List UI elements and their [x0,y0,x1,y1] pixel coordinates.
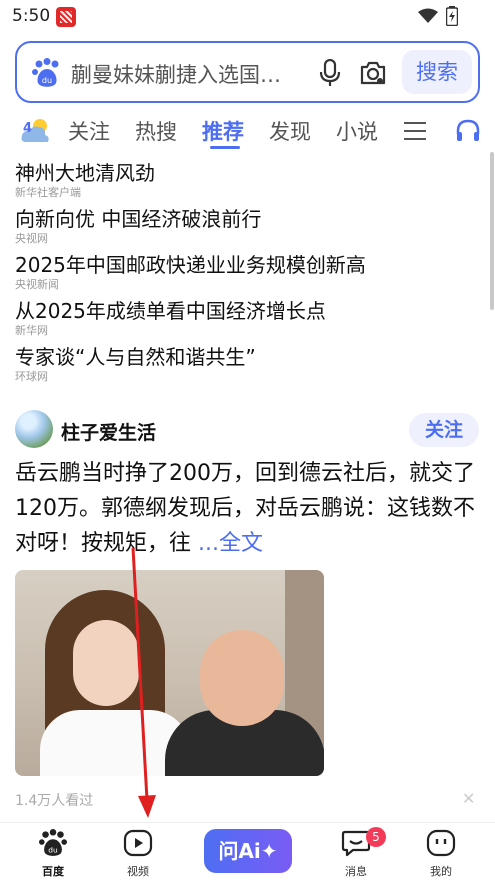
author-name[interactable]: 柱子爱生活 [61,418,156,445]
svg-text:4: 4 [23,121,32,136]
profile-face-icon [426,829,456,857]
news-title[interactable]: 从2025年成绩单看中国经济增长点 [15,298,475,324]
news-source: 央视新闻 [15,278,59,291]
nav-video-label: 视频 [127,865,149,878]
news-source: 央视网 [15,232,48,245]
sparkle-icon: ✦ [260,839,278,863]
nav-me[interactable]: 我的 [411,829,471,879]
menu-icon[interactable] [404,122,426,140]
video-play-icon [123,829,153,857]
nav-messages-label: 消息 [345,865,367,878]
status-time: 5:50 [12,6,51,26]
svg-text:du: du [42,76,52,85]
svg-text:du: du [48,845,58,854]
search-button[interactable]: 搜索 [402,50,472,94]
nav-video[interactable]: 视频 [108,829,168,879]
weather-icon[interactable]: 4 [20,116,54,146]
news-title[interactable]: 神州大地清风劲 [15,160,475,186]
news-source: 新华网 [15,324,48,337]
nav-home[interactable]: du 百度 [23,829,83,879]
photo-person-face [200,630,284,726]
news-item[interactable]: 从2025年成绩单看中国经济增长点 新华网 [15,298,475,344]
baidu-paw-icon: du [32,58,59,87]
ask-ai-button[interactable]: 问Ai✦ [204,829,292,873]
news-title[interactable]: 专家谈“人与自然和谐共生” [15,344,475,370]
scrollbar[interactable] [490,152,494,310]
tab-novel[interactable]: 小说 [336,116,378,146]
feed-tabs: 4 关注 热搜 推荐 发现 小说 [0,112,495,152]
feed-image[interactable] [15,570,324,776]
search-input[interactable]: 蒯曼妹妹蒯捷入选国… [71,59,281,89]
nav-home-label: 百度 [42,865,64,878]
news-item[interactable]: 神州大地清风劲 新华社客户端 [15,160,475,206]
status-bar: 5:50 [0,0,495,34]
hot-news-list: 神州大地清风劲 新华社客户端 向新向优 中国经济破浪前行 央视网 2025年中国… [15,160,475,390]
microphone-icon[interactable] [319,59,341,87]
search-box[interactable]: du 蒯曼妹妹蒯捷入选国… 搜索 [15,41,480,103]
active-tab-indicator [210,146,240,149]
ask-ai-label: 问Ai [218,839,261,863]
news-item[interactable]: 向新向优 中国经济破浪前行 央视网 [15,206,475,252]
headphones-icon[interactable] [455,118,481,144]
nav-me-label: 我的 [430,865,452,878]
photo-person-face [73,620,139,706]
baidu-paw-icon: du [39,829,67,856]
news-source: 新华社客户端 [15,186,81,199]
battery-icon [446,6,458,26]
tab-discover[interactable]: 发现 [269,116,311,146]
news-title[interactable]: 2025年中国邮政快递业业务规模创新高 [15,252,475,278]
bottom-nav: du 百度 视频 问Ai✦ 消息 5 我的 [0,822,495,880]
close-icon[interactable]: ✕ [462,789,475,808]
wifi-icon [418,8,438,23]
tab-follow[interactable]: 关注 [68,116,110,146]
read-more-link[interactable]: ...全文 [198,531,263,556]
message-count-badge: 5 [366,827,386,847]
view-count: 1.4万人看过 [15,793,94,809]
news-item[interactable]: 2025年中国邮政快递业业务规模创新高 央视新闻 [15,252,475,298]
tab-recommend[interactable]: 推荐 [202,116,244,146]
camera-search-icon[interactable] [359,59,387,87]
news-source: 环球网 [15,370,48,383]
feed-card-header: 柱子爱生活 关注 [15,410,480,450]
follow-button[interactable]: 关注 [409,413,479,447]
news-title[interactable]: 向新向优 中国经济破浪前行 [15,206,475,232]
avatar[interactable] [15,410,53,448]
feed-text[interactable]: 岳云鹏当时挣了200万，回到德云社后，就交了120万。郭德纲发现后，对岳云鹏说：… [15,456,480,561]
tab-hot-search[interactable]: 热搜 [135,116,177,146]
app-notification-icon [56,7,76,27]
news-item[interactable]: 专家谈“人与自然和谐共生” 环球网 [15,344,475,390]
